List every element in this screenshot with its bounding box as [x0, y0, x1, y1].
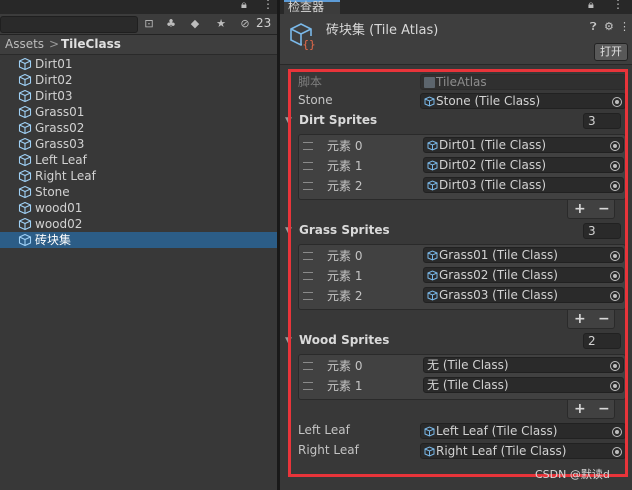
file-item[interactable]: Dirt02	[0, 72, 277, 88]
file-item[interactable]: Grass02	[0, 120, 277, 136]
project-tab-strip: 🔒︎ ⋮	[0, 0, 277, 14]
search-filter-icon[interactable]: ⊡	[140, 16, 158, 32]
scriptable-object-icon	[18, 233, 32, 247]
breadcrumb-separator: >	[49, 37, 60, 51]
tile-class-icon	[18, 201, 32, 215]
hidden-count: 23	[256, 16, 272, 30]
tile-class-icon	[18, 105, 32, 119]
file-item[interactable]: wood01	[0, 200, 277, 216]
file-item-label: 砖块集	[35, 233, 72, 247]
tile-class-icon	[18, 73, 32, 87]
tile-class-icon	[18, 153, 32, 167]
favorite-star-icon[interactable]: ★	[212, 16, 230, 32]
breadcrumb-assets[interactable]: Assets	[5, 37, 44, 51]
svg-text:{}: {}	[302, 38, 315, 51]
tile-class-icon	[18, 121, 32, 135]
file-item-label: wood02	[35, 217, 83, 231]
file-item-label: wood01	[35, 201, 83, 215]
tile-class-icon	[18, 57, 32, 71]
watermark: CSDN @默读d	[535, 468, 610, 481]
file-item-label: Grass03	[35, 137, 85, 151]
more-menu-icon[interactable]: ⋮	[262, 0, 274, 11]
file-item[interactable]: Dirt03	[0, 88, 277, 104]
scriptable-object-icon: {}	[290, 23, 317, 51]
inspector-title: 砖块集 (Tile Atlas)	[326, 23, 439, 38]
file-item-label: Left Leaf	[35, 153, 87, 167]
file-item-label: Stone	[35, 185, 70, 199]
inspector-menu-icon[interactable]: ⋮	[612, 0, 624, 11]
tab-inspector-label: 检查器	[288, 0, 325, 14]
tile-class-icon	[18, 185, 32, 199]
file-item[interactable]: Grass03	[0, 136, 277, 152]
hidden-eye-icon[interactable]: ⊘	[238, 16, 252, 32]
file-item-label: Dirt01	[35, 57, 73, 71]
file-item[interactable]: Dirt01	[0, 56, 277, 72]
tile-class-icon	[18, 217, 32, 231]
inspector-lock-icon[interactable]: 🔒︎	[588, 0, 594, 12]
tile-class-icon	[18, 89, 32, 103]
lock-icon[interactable]: 🔒︎	[241, 0, 247, 12]
file-item[interactable]: Left Leaf	[0, 152, 277, 168]
tile-class-icon	[18, 137, 32, 151]
breadcrumb-current[interactable]: TileClass	[61, 37, 121, 51]
file-item[interactable]: Right Leaf	[0, 168, 277, 184]
tile-class-icon	[18, 169, 32, 183]
search-input[interactable]	[0, 16, 138, 33]
type-filter-icon[interactable]: ♣	[162, 16, 180, 32]
file-item[interactable]: Grass01	[0, 104, 277, 120]
label-filter-icon[interactable]: ◆	[186, 16, 204, 32]
file-item-label: Dirt02	[35, 73, 73, 87]
file-item-label: Grass01	[35, 105, 85, 119]
file-item[interactable]: Stone	[0, 184, 277, 200]
breadcrumb: Assets > TileClass	[0, 35, 277, 55]
file-item-label: Right Leaf	[35, 169, 96, 183]
highlight-box	[288, 69, 628, 477]
file-item[interactable]: wood02	[0, 216, 277, 232]
context-menu-icon[interactable]: ⋮	[619, 20, 630, 33]
open-button[interactable]: 打开	[594, 43, 628, 61]
help-icon[interactable]: ❓︎	[590, 20, 597, 34]
project-toolbar: ⊡ ♣ ◆ ★ ⊘ 23	[0, 14, 277, 35]
file-item-label: Dirt03	[35, 89, 73, 103]
preset-icon[interactable]: ⚙	[604, 20, 614, 33]
file-item[interactable]: 砖块集	[0, 232, 277, 248]
file-item-label: Grass02	[35, 121, 85, 135]
